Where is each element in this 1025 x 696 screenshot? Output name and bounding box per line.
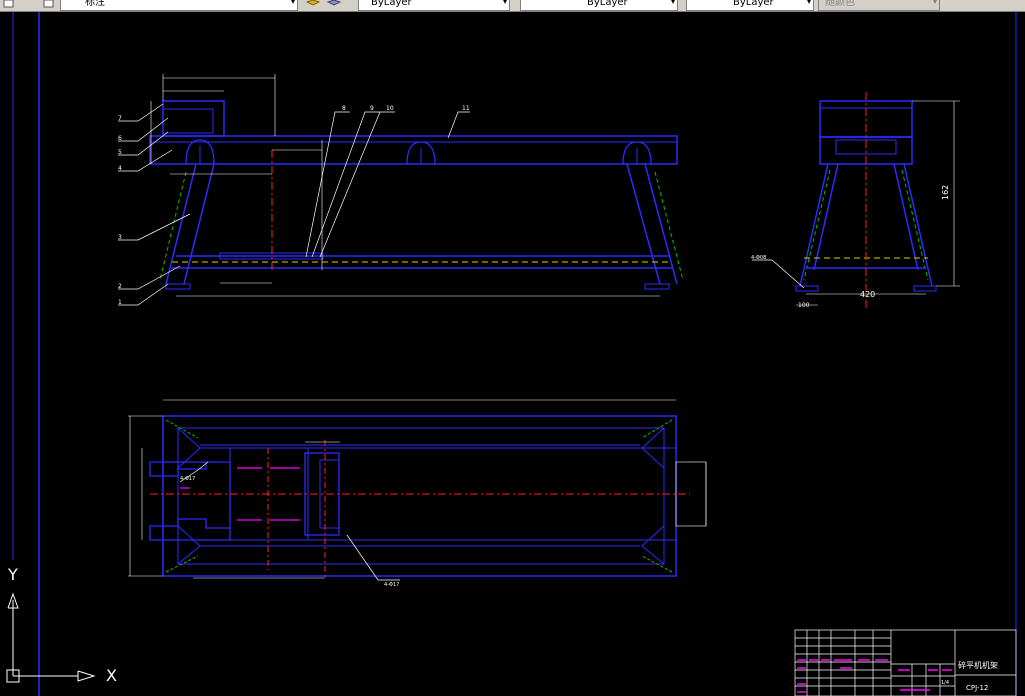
layer-manager-icon[interactable] xyxy=(304,0,322,10)
dim-width-text: 420 xyxy=(860,290,875,299)
callout-7: 7 xyxy=(118,115,122,122)
sheet-number: 1/4 xyxy=(941,680,949,686)
side-leg-right-inner xyxy=(893,163,919,271)
callout-10: 10 xyxy=(386,105,394,112)
toolbar: 标注 ▾ ByLayer ▾ ByLayer ▾ ByLayer ▾ 随颜色 ▾ xyxy=(0,0,1025,12)
ucs-y-label: Y xyxy=(7,565,18,584)
lineweight-value: ByLayer xyxy=(733,0,774,8)
callout-3: 3 xyxy=(118,234,122,241)
chevron-down-icon: ▾ xyxy=(806,0,811,6)
leader-3 xyxy=(118,213,191,241)
side-foot-right xyxy=(913,285,937,292)
side-leader xyxy=(752,259,805,289)
side-view: 162 420 100 4-Φ08 xyxy=(751,92,960,309)
callout-6: 6 xyxy=(118,135,122,142)
plot-style-value: 随颜色 xyxy=(825,0,855,8)
top-beam xyxy=(149,135,678,165)
plan-outer xyxy=(162,415,677,577)
style-icon[interactable] xyxy=(2,0,16,10)
dim-height-text: 162 xyxy=(941,185,950,200)
color-combo[interactable]: ByLayer ▾ xyxy=(358,0,510,11)
leader-4 xyxy=(118,149,173,172)
leg-right-inner xyxy=(626,163,661,285)
plan-leader-2 xyxy=(346,534,400,581)
linetype-combo[interactable]: ByLayer ▾ xyxy=(520,0,678,11)
front-view: 7 6 5 4 3 2 1 8 9 10 11 xyxy=(118,74,684,306)
gusset xyxy=(177,525,201,565)
motor-mount xyxy=(149,461,231,541)
callout-11: 11 xyxy=(462,105,470,112)
linetype-value: ByLayer xyxy=(587,0,628,8)
drawing-name: 碎平机机架 xyxy=(958,660,998,670)
leader-7 xyxy=(118,103,164,122)
leader-1 xyxy=(118,283,169,306)
foot-right xyxy=(644,283,670,290)
callout-5: 5 xyxy=(118,149,122,156)
ucs-x-arrow xyxy=(77,670,96,682)
chevron-down-icon: ▾ xyxy=(932,0,937,6)
dim-foot-text: 100 xyxy=(798,302,810,309)
dimension-style-value: 标注 xyxy=(85,0,105,8)
side-hole-note: 4-Φ08 xyxy=(751,255,766,261)
plan-hole-note-1: 4-Φ17 xyxy=(180,476,195,482)
callout-8: 8 xyxy=(342,105,346,112)
leader-8 xyxy=(305,111,350,258)
plan-view: 4-Φ17 4-Φ17 xyxy=(128,399,707,588)
chevron-down-icon: ▾ xyxy=(502,0,507,6)
foot-left xyxy=(165,283,191,290)
leg-left-inner xyxy=(183,163,215,285)
leader-10 xyxy=(319,111,395,258)
chevron-down-icon: ▾ xyxy=(670,0,675,6)
motor-inner xyxy=(162,108,214,134)
leader-2 xyxy=(118,265,181,290)
side-hidden-right xyxy=(901,169,929,281)
drawing-canvas[interactable]: 7 6 5 4 3 2 1 8 9 10 11 162 420 100 4-Φ0… xyxy=(0,12,1025,696)
motor-block xyxy=(162,100,225,137)
callout-9: 9 xyxy=(370,105,374,112)
dimension-style-combo[interactable]: 标注 ▾ xyxy=(60,0,298,11)
layer-states-icon[interactable] xyxy=(325,0,343,10)
ucs-x-label: X xyxy=(106,666,117,685)
chevron-down-icon: ▾ xyxy=(290,0,295,6)
plan-hole-note-2: 4-Φ17 xyxy=(384,582,399,588)
leg-right-outer xyxy=(644,163,678,285)
leg-right-hidden xyxy=(654,171,684,281)
drawing-number: CPJ-12 xyxy=(966,684,988,692)
color-value: ByLayer xyxy=(371,0,412,8)
plan-hidden xyxy=(165,419,199,439)
callout-2: 2 xyxy=(118,283,122,290)
lineweight-combo[interactable]: ByLayer ▾ xyxy=(686,0,814,11)
plan-hidden xyxy=(641,419,673,439)
leg-left-hidden xyxy=(159,171,187,281)
dimstyle-icon[interactable] xyxy=(42,0,56,10)
side-foot-left xyxy=(795,285,819,292)
callout-4: 4 xyxy=(118,165,122,172)
side-hidden-left xyxy=(803,169,831,281)
ucs-icon xyxy=(6,592,96,683)
leader-11 xyxy=(447,111,470,139)
callout-1: 1 xyxy=(118,299,122,306)
side-leg-left-inner xyxy=(813,163,839,271)
plot-style-combo[interactable]: 随颜色 ▾ xyxy=(818,0,940,11)
